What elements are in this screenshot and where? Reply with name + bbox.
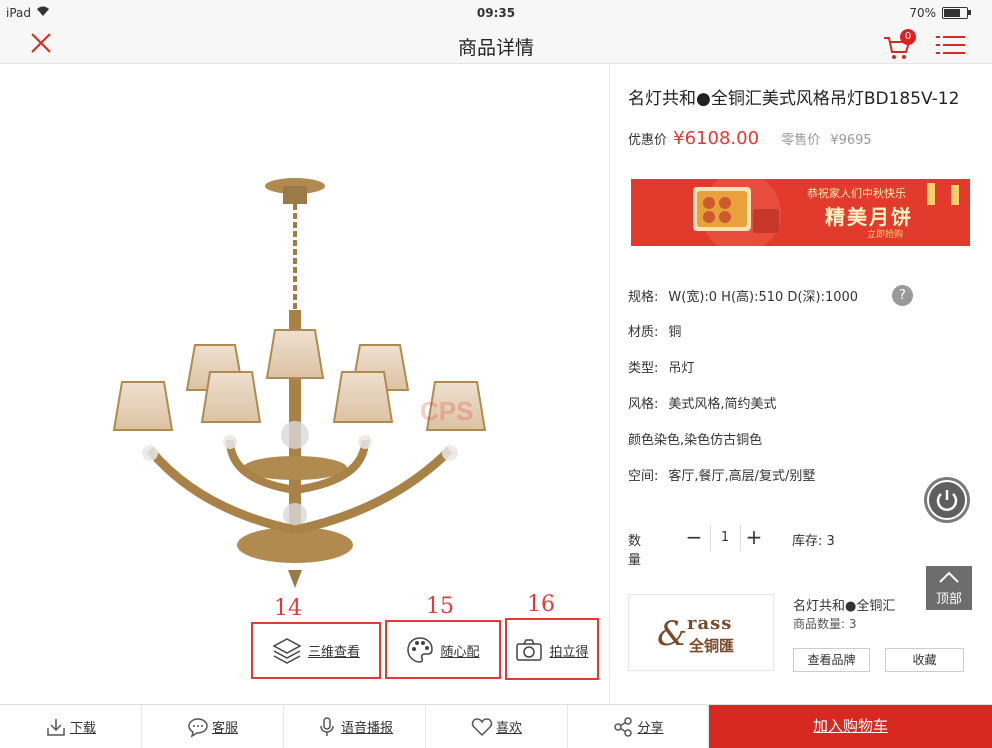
cart-badge: 0 [900, 29, 916, 45]
match-label: 随心配 [440, 644, 480, 660]
watermark-text: CPS [420, 396, 473, 426]
column-divider [609, 64, 610, 704]
layers-icon [272, 638, 302, 664]
spec-size: 规格: W(宽):0 H(高):510 D(深):1000 [628, 290, 859, 305]
status-time: 09:35 [476, 6, 516, 20]
quantity-increase-button[interactable]: + [742, 526, 766, 550]
back-to-top-label: 顶部 [935, 592, 962, 607]
quantity-label: 数量 [628, 534, 642, 568]
spec-color: 颜色染色,染色仿古铜色 [628, 433, 763, 448]
svg-text:&: & [657, 614, 687, 654]
brand-logo-text: rass [687, 613, 733, 634]
annotation-14: 14 [274, 596, 302, 621]
sale-price: ¥6108.00 [673, 128, 760, 149]
back-to-top-button[interactable]: 顶部 [926, 566, 972, 610]
retail-price: ¥9695 [830, 133, 872, 148]
heart-icon [471, 717, 493, 736]
spec-space: 空间: 客厅,餐厅,高层/复式/别墅 [628, 469, 816, 484]
spec-material: 材质: 铜 [628, 325, 682, 340]
brand-name: 名灯共和●全铜汇 [793, 599, 896, 614]
help-icon[interactable]: ? [892, 285, 913, 306]
page-title: 商品详情 [457, 37, 534, 59]
share-button[interactable]: 分享 [568, 705, 709, 748]
banner-line3: 立即抢购 [867, 230, 904, 240]
share-icon [614, 716, 633, 737]
status-bar: iPad 09:35 70% [0, 0, 992, 26]
power-icon [927, 480, 967, 520]
view-3d-label: 三维查看 [307, 644, 360, 660]
brand-product-count: 商品数量: 3 [793, 617, 857, 631]
brand-logo[interactable]: & rass 全铜匯 [628, 594, 774, 671]
promo-banner[interactable]: 恭祝家人们中秋快乐 精美月饼 立即抢购 [631, 179, 970, 246]
instant-photo-button[interactable]: 拍立得 [505, 622, 599, 678]
annotation-15: 15 [426, 594, 454, 619]
microphone-icon [320, 716, 334, 736]
cart-button[interactable]: 0 [882, 28, 918, 62]
spec-type: 类型: 吊灯 [628, 361, 695, 376]
chat-icon [188, 717, 208, 738]
price-row: 优惠价 ¥6108.00 零售价 ¥9695 [628, 128, 872, 149]
menu-icon[interactable] [936, 31, 966, 59]
banner-line1: 恭祝家人们中秋快乐 [807, 187, 906, 200]
customer-service-button[interactable]: 客服 [142, 705, 284, 748]
instant-photo-label: 拍立得 [549, 644, 589, 660]
like-button[interactable]: 喜欢 [426, 705, 568, 748]
power-button[interactable] [924, 477, 970, 523]
camera-icon [516, 639, 543, 661]
download-icon [47, 718, 65, 736]
match-button[interactable]: 随心配 [385, 622, 501, 678]
view-3d-button[interactable]: 三维查看 [251, 622, 381, 678]
view-brand-button[interactable]: 查看品牌 [793, 648, 870, 672]
quantity-decrease-button[interactable]: − [682, 526, 706, 550]
download-button[interactable]: 下载 [0, 705, 142, 748]
battery-icon [942, 7, 968, 19]
battery-percent: 70% [909, 6, 936, 20]
spec-style: 风格: 美式风格,简约美式 [628, 397, 777, 412]
chevron-up-icon [939, 571, 959, 583]
brand-logo-cn: 全铜匯 [689, 637, 735, 655]
retail-price-label: 零售价 [781, 133, 821, 148]
add-to-cart-button[interactable]: 加入购物车 [709, 705, 992, 748]
annotation-16: 16 [527, 592, 555, 617]
price-label: 优惠价 [628, 133, 668, 148]
nav-bar: 商品详情 0 [0, 26, 992, 64]
banner-line2: 精美月饼 [825, 205, 913, 229]
product-title: 名灯共和●全铜汇美式风格吊灯BD185V-12 [628, 89, 960, 109]
quantity-value[interactable]: 1 [714, 530, 736, 545]
product-image: CPS [112, 178, 487, 588]
stock-count: 库存: 3 [792, 534, 835, 549]
favorite-button[interactable]: 收藏 [885, 648, 964, 672]
bottom-toolbar: 下载 客服 语音播报 喜欢 分享 加入购物车 [0, 704, 992, 748]
mooncake-box-image [693, 179, 959, 246]
palette-icon [407, 637, 434, 663]
voice-broadcast-button[interactable]: 语音播报 [284, 705, 426, 748]
